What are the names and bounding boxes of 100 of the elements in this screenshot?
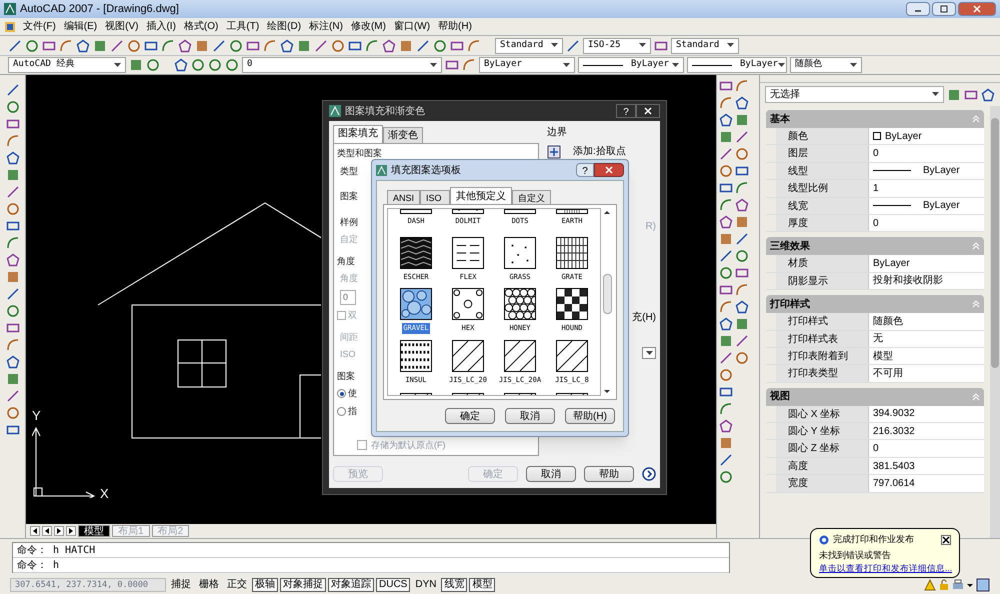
dropdown-arrow-icon[interactable] bbox=[727, 43, 734, 48]
property-cell[interactable]: 0 bbox=[869, 214, 984, 232]
menu-item[interactable]: 窗口(W) bbox=[392, 19, 432, 34]
drawing-canvas[interactable] bbox=[26, 75, 716, 524]
scrollbar[interactable] bbox=[990, 106, 1000, 538]
dialog-button[interactable]: 取消 bbox=[526, 466, 576, 482]
details-link[interactable]: 单击以查看打印和发布详细信息... bbox=[819, 562, 951, 575]
circle-icon[interactable] bbox=[735, 249, 749, 263]
menu-item[interactable]: 标注(N) bbox=[308, 19, 344, 34]
hatch-pattern-icon[interactable] bbox=[452, 288, 484, 320]
circle-icon[interactable] bbox=[735, 147, 749, 161]
status-toggle[interactable]: 极轴 bbox=[252, 578, 278, 592]
menu-item[interactable]: 工具(T) bbox=[225, 19, 260, 34]
circle-icon[interactable] bbox=[25, 38, 39, 52]
scrollbar[interactable] bbox=[601, 208, 613, 396]
radio-button[interactable] bbox=[337, 389, 346, 398]
status-toggle[interactable]: 对象追踪 bbox=[328, 578, 374, 592]
hatch-pattern-icon[interactable] bbox=[556, 236, 588, 268]
circle-icon[interactable] bbox=[225, 58, 239, 72]
status-toggle[interactable]: 栅格 bbox=[196, 578, 222, 592]
rectangle-icon[interactable] bbox=[445, 58, 459, 72]
square-icon[interactable] bbox=[947, 88, 961, 102]
dropdown-arrow-icon[interactable] bbox=[551, 43, 558, 48]
close-button[interactable] bbox=[594, 163, 624, 177]
circle-icon[interactable] bbox=[719, 470, 733, 484]
property-cell[interactable]: 投射和接收阴影 bbox=[869, 272, 984, 290]
checkbox[interactable] bbox=[357, 440, 367, 450]
workspace-dropdown[interactable]: AutoCAD 经典 bbox=[8, 57, 126, 73]
arc-icon[interactable] bbox=[467, 38, 481, 52]
status-toggle[interactable]: DYN bbox=[412, 578, 440, 592]
line-icon[interactable] bbox=[735, 334, 749, 348]
property-cell[interactable]: 216.3032 bbox=[869, 423, 984, 440]
palette-tab[interactable]: 自定义 bbox=[512, 190, 552, 204]
menu-item[interactable]: 修改(M) bbox=[350, 19, 387, 34]
dialog-tab[interactable]: 图案填充 bbox=[333, 125, 383, 143]
line-icon[interactable] bbox=[6, 185, 20, 199]
hatch-pattern-icon[interactable] bbox=[556, 209, 588, 214]
square-icon[interactable] bbox=[297, 38, 311, 52]
square-icon[interactable] bbox=[719, 334, 733, 348]
menu-item[interactable]: 绘图(D) bbox=[266, 19, 302, 34]
circle-icon[interactable] bbox=[735, 351, 749, 365]
circle-icon[interactable] bbox=[6, 202, 20, 216]
close-button[interactable] bbox=[636, 104, 660, 118]
arc-icon[interactable] bbox=[6, 338, 20, 352]
line-icon[interactable] bbox=[110, 38, 124, 52]
hatch-pattern-icon[interactable] bbox=[504, 209, 536, 214]
polygon-icon[interactable] bbox=[6, 253, 20, 267]
square-icon[interactable] bbox=[719, 232, 733, 246]
dropdown-arrow-icon[interactable] bbox=[639, 43, 646, 48]
dimension-style-dropdown[interactable]: ISO-25 bbox=[583, 38, 651, 54]
palette-button[interactable]: 帮助(H) bbox=[565, 408, 615, 424]
rectangle-icon[interactable] bbox=[6, 423, 20, 437]
linetype-dropdown[interactable]: ByLayer bbox=[578, 57, 684, 73]
menu-item[interactable]: 格式(O) bbox=[182, 19, 220, 34]
square-icon[interactable] bbox=[719, 130, 733, 144]
printer-icon[interactable] bbox=[952, 579, 964, 591]
line-icon[interactable] bbox=[719, 453, 733, 467]
property-cell[interactable]: 不可用 bbox=[869, 365, 984, 382]
next-tab-button[interactable] bbox=[54, 526, 64, 536]
color-dropdown[interactable]: ByLayer bbox=[479, 57, 575, 73]
first-tab-button[interactable] bbox=[30, 526, 40, 536]
scroll-up-icon[interactable] bbox=[604, 211, 610, 214]
polygon-icon[interactable] bbox=[6, 151, 20, 165]
line-icon[interactable] bbox=[6, 389, 20, 403]
arc-icon[interactable] bbox=[365, 38, 379, 52]
property-cell[interactable]: ByLayer bbox=[869, 198, 984, 214]
arc-icon[interactable] bbox=[6, 134, 20, 148]
square-icon[interactable] bbox=[195, 38, 209, 52]
line-icon[interactable] bbox=[566, 38, 580, 52]
polygon-icon[interactable] bbox=[981, 88, 995, 102]
property-cell[interactable]: ByLayer bbox=[869, 128, 984, 144]
polygon-icon[interactable] bbox=[719, 215, 733, 229]
hatch-pattern-icon[interactable] bbox=[400, 209, 432, 214]
line-icon[interactable] bbox=[719, 249, 733, 263]
line-icon[interactable] bbox=[719, 351, 733, 365]
dropdown-arrow-icon[interactable] bbox=[778, 62, 785, 68]
property-cell[interactable]: 381.5403 bbox=[869, 458, 984, 474]
angle-field[interactable]: 0 bbox=[340, 290, 356, 305]
hatch-pattern-icon[interactable] bbox=[504, 236, 536, 268]
status-toggle[interactable]: 正交 bbox=[224, 578, 250, 592]
line-icon[interactable] bbox=[416, 38, 430, 52]
rectangle-icon[interactable] bbox=[735, 266, 749, 280]
plot-style-dropdown[interactable]: 随颜色 bbox=[790, 57, 862, 73]
property-cell[interactable]: 1 bbox=[869, 180, 984, 197]
line-icon[interactable] bbox=[719, 147, 733, 161]
menu-item[interactable]: 文件(F) bbox=[22, 19, 57, 34]
line-icon[interactable] bbox=[735, 130, 749, 144]
circle-icon[interactable] bbox=[433, 38, 447, 52]
section-header[interactable]: 打印样式 bbox=[766, 295, 984, 314]
lineweight-dropdown[interactable]: ByLayer bbox=[687, 57, 787, 73]
property-cell[interactable]: 797.0614 bbox=[869, 475, 984, 492]
layout-tab[interactable]: 模型 bbox=[78, 525, 110, 537]
maximize-button[interactable] bbox=[932, 2, 956, 16]
arc-icon[interactable] bbox=[719, 96, 733, 110]
circle-icon[interactable] bbox=[719, 266, 733, 280]
table-style-dropdown[interactable]: Standard bbox=[671, 38, 739, 54]
polygon-icon[interactable] bbox=[719, 113, 733, 127]
polygon-icon[interactable] bbox=[735, 300, 749, 314]
dropdown-arrow-icon[interactable] bbox=[430, 62, 437, 68]
line-icon[interactable] bbox=[735, 232, 749, 246]
